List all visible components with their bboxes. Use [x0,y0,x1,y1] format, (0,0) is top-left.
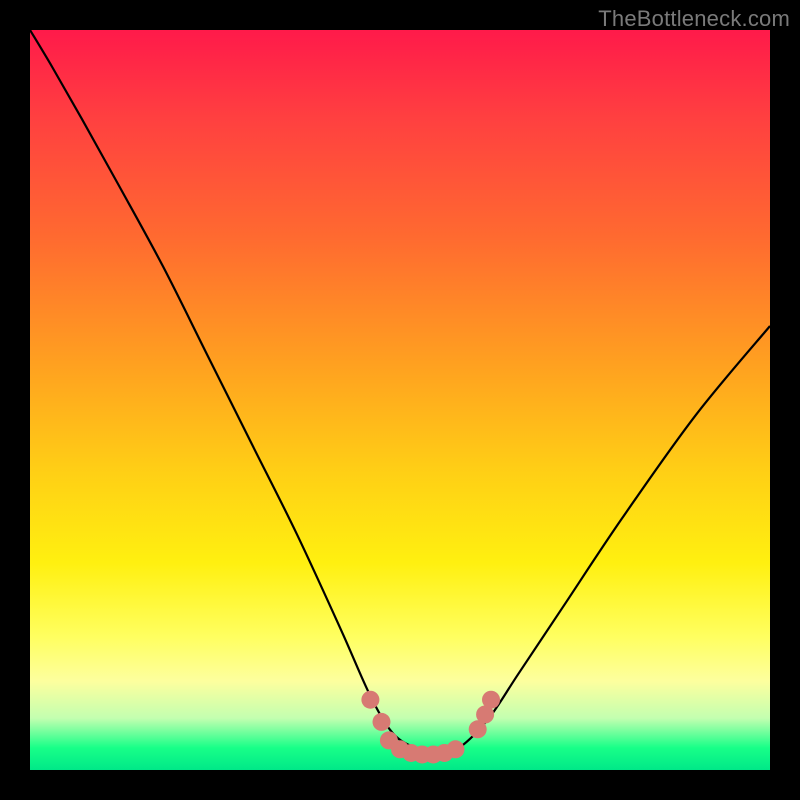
chart-svg [30,30,770,770]
curve-marker [447,740,465,758]
chart-plot-area [30,30,770,770]
curve-marker [482,691,500,709]
curve-marker [361,691,379,709]
watermark-text: TheBottleneck.com [598,6,790,32]
chart-frame: TheBottleneck.com [0,0,800,800]
curve-markers [361,691,500,764]
bottleneck-curve [30,30,770,755]
curve-marker [373,713,391,731]
